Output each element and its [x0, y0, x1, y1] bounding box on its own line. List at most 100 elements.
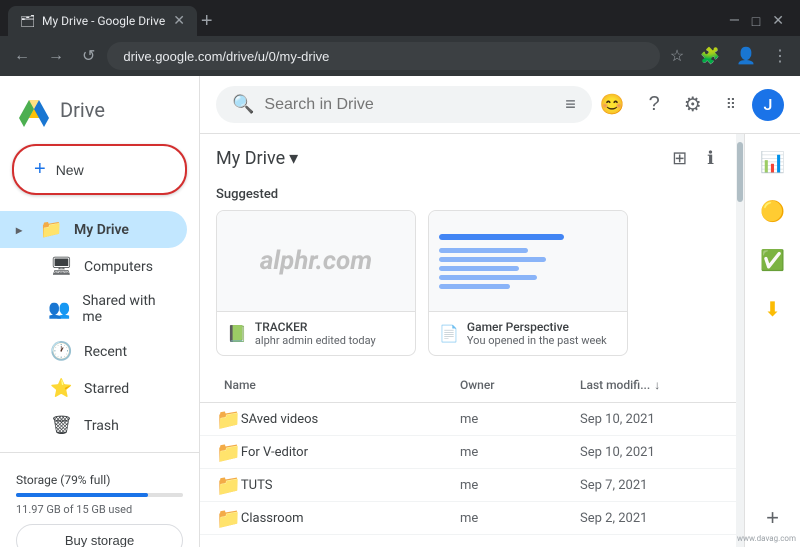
sidebar-item-shared[interactable]: 👥 Shared with me — [0, 285, 187, 333]
trash-label: Trash — [84, 418, 119, 434]
col-owner-header: Owner — [460, 378, 580, 392]
filter-icon[interactable]: ≡ — [565, 94, 576, 115]
table-row[interactable]: 📁 Classroom me Sep 2, 2021 — [200, 502, 736, 535]
table-row[interactable]: 📁 SAved videos me Sep 10, 2021 — [200, 403, 736, 436]
keep-btn[interactable]: 🟡 — [752, 191, 793, 232]
starred-label: Starred — [84, 381, 129, 397]
minimize-btn[interactable]: — — [729, 13, 740, 29]
table-row[interactable]: 📁 For V-editor me Sep 10, 2021 — [200, 436, 736, 469]
help-btn[interactable]: ? — [641, 85, 668, 124]
refresh-btn[interactable]: ↺ — [76, 42, 101, 70]
breadcrumb-row: My Drive ▾ ⊞ ℹ — [200, 134, 736, 179]
tracker-icon: 📗 — [227, 324, 247, 343]
card-preview-tracker: alphr.com — [217, 211, 415, 311]
sidebar-item-trash[interactable]: 🗑 Trash — [0, 407, 187, 444]
computers-label: Computers — [84, 259, 153, 275]
address-input[interactable] — [107, 42, 659, 70]
sidebar-item-my-drive[interactable]: ▸ 📁 My Drive — [0, 211, 187, 248]
bookmark-btn[interactable]: ☆ — [666, 42, 688, 70]
drive-header: 🔍 ≡ 😊 ? ⚙ ⠿ J — [200, 76, 800, 134]
search-icon: 🔍 — [232, 94, 254, 115]
settings-btn[interactable]: ⚙ — [676, 84, 710, 125]
file-owner: me — [460, 478, 580, 493]
col-name-header: Name — [216, 372, 460, 398]
tab-bar: 🗂 My Drive - Google Drive ✕ + — □ ✕ — [0, 0, 800, 36]
my-drive-label: My Drive — [74, 222, 129, 238]
new-tab-btn[interactable]: + — [201, 10, 213, 33]
storage-label: Storage (79% full) — [16, 473, 183, 487]
folder-icon: 📁 — [216, 407, 241, 431]
plus-icon: + — [34, 158, 46, 181]
gamer-details: Gamer Perspective You opened in the past… — [467, 320, 617, 347]
suggestion-cards: alphr.com 📗 TRACKER alphr admin edited t… — [200, 206, 736, 368]
folder-icon: 📁 — [216, 506, 241, 530]
tasks-btn[interactable]: ✅ — [752, 240, 793, 281]
main-area: 🔍 ≡ 😊 ? ⚙ ⠿ J My Drive ▾ — [200, 76, 800, 547]
file-table: Name Owner Last modifi... ↓ 📁 SAved vide… — [200, 368, 736, 535]
active-tab[interactable]: 🗂 My Drive - Google Drive ✕ — [8, 6, 197, 36]
sidebar-item-computers[interactable]: 🖥 Computers — [0, 248, 187, 285]
forward-btn[interactable]: → — [42, 43, 70, 69]
recent-icon: 🕐 — [50, 341, 70, 362]
table-row[interactable]: 📁 TUTS me Sep 7, 2021 — [200, 469, 736, 502]
computers-icon: 🖥 — [50, 256, 70, 277]
new-button[interactable]: + New — [12, 144, 187, 195]
shared-label: Shared with me — [82, 293, 171, 325]
drive-logo-icon — [16, 92, 52, 128]
suggestion-card-gamer[interactable]: 📄 Gamer Perspective You opened in the pa… — [428, 210, 628, 356]
browser-menu-btn[interactable]: ⋮ — [768, 42, 792, 70]
breadcrumb-arrow: ▾ — [289, 148, 298, 169]
view-icons: ⊞ ℹ — [666, 142, 720, 175]
storage-bar — [16, 493, 183, 497]
file-date: Sep 7, 2021 — [580, 478, 720, 493]
scroll-content: My Drive ▾ ⊞ ℹ Suggested alphr.com — [200, 134, 736, 547]
storage-used-text: 11.97 GB of 15 GB used — [16, 503, 183, 516]
card-preview-gamer — [429, 211, 627, 311]
search-input[interactable] — [264, 96, 555, 114]
scrollbar-thumb — [737, 142, 743, 202]
tracker-name: TRACKER — [255, 320, 405, 334]
tracker-details: TRACKER alphr admin edited today — [255, 320, 405, 347]
gamer-meta: You opened in the past week — [467, 334, 617, 347]
watermark: www.davag.com — [737, 534, 796, 543]
calendar-btn[interactable]: 📊 — [752, 142, 793, 183]
download-btn[interactable]: ⬇ — [756, 289, 789, 330]
new-btn-label: New — [56, 162, 84, 178]
folder-icon: 📁 — [216, 473, 241, 497]
suggestion-card-tracker[interactable]: alphr.com 📗 TRACKER alphr admin edited t… — [216, 210, 416, 356]
sidebar-item-recent[interactable]: 🕐 Recent — [0, 333, 187, 370]
shared-icon: 👥 — [48, 299, 68, 320]
nav-items: ▸ 📁 My Drive 🖥 Computers 👥 Shared with m… — [0, 211, 199, 444]
profile-btn[interactable]: 👤 — [732, 42, 760, 70]
sort-icon[interactable]: ↓ — [654, 378, 660, 392]
avatar[interactable]: J — [752, 89, 784, 121]
sidebar-item-starred[interactable]: ⭐ Starred — [0, 370, 187, 407]
breadcrumb[interactable]: My Drive ▾ — [216, 148, 298, 169]
storage-fill — [16, 493, 148, 497]
scrollbar-track[interactable] — [736, 134, 744, 547]
grid-view-btn[interactable]: ⊞ — [666, 142, 693, 175]
add-app-btn[interactable]: + — [758, 497, 787, 539]
info-btn[interactable]: ℹ — [701, 142, 720, 175]
apps-btn[interactable]: ⠿ — [718, 88, 744, 121]
card-info-gamer: 📄 Gamer Perspective You opened in the pa… — [429, 311, 627, 355]
header-icons: 😊 ? ⚙ ⠿ J — [592, 84, 784, 125]
back-btn[interactable]: ← — [8, 43, 36, 69]
table-header: Name Owner Last modifi... ↓ — [200, 368, 736, 403]
maximize-btn[interactable]: □ — [752, 13, 760, 30]
card-info-tracker: 📗 TRACKER alphr admin edited today — [217, 311, 415, 355]
right-strip: 📊 🟡 ✅ ⬇ + www.davag.com — [744, 134, 800, 547]
emoji-btn[interactable]: 😊 — [592, 84, 633, 125]
extensions-btn[interactable]: 🧩 — [696, 42, 724, 70]
drive-logo: Drive — [0, 84, 199, 144]
browser-chrome: 🗂 My Drive - Google Drive ✕ + — □ ✕ ← → … — [0, 0, 800, 76]
tracker-meta: alphr admin edited today — [255, 334, 405, 347]
storage-section: Storage (79% full) 11.97 GB of 15 GB use… — [0, 461, 199, 547]
tab-close-btn[interactable]: ✕ — [173, 13, 185, 29]
starred-icon: ⭐ — [50, 378, 70, 399]
close-btn[interactable]: ✕ — [772, 13, 784, 29]
tab-title: My Drive - Google Drive — [42, 14, 165, 28]
gamer-name: Gamer Perspective — [467, 320, 617, 334]
buy-storage-button[interactable]: Buy storage — [16, 524, 183, 547]
nav-arrow: ▸ — [16, 223, 22, 237]
